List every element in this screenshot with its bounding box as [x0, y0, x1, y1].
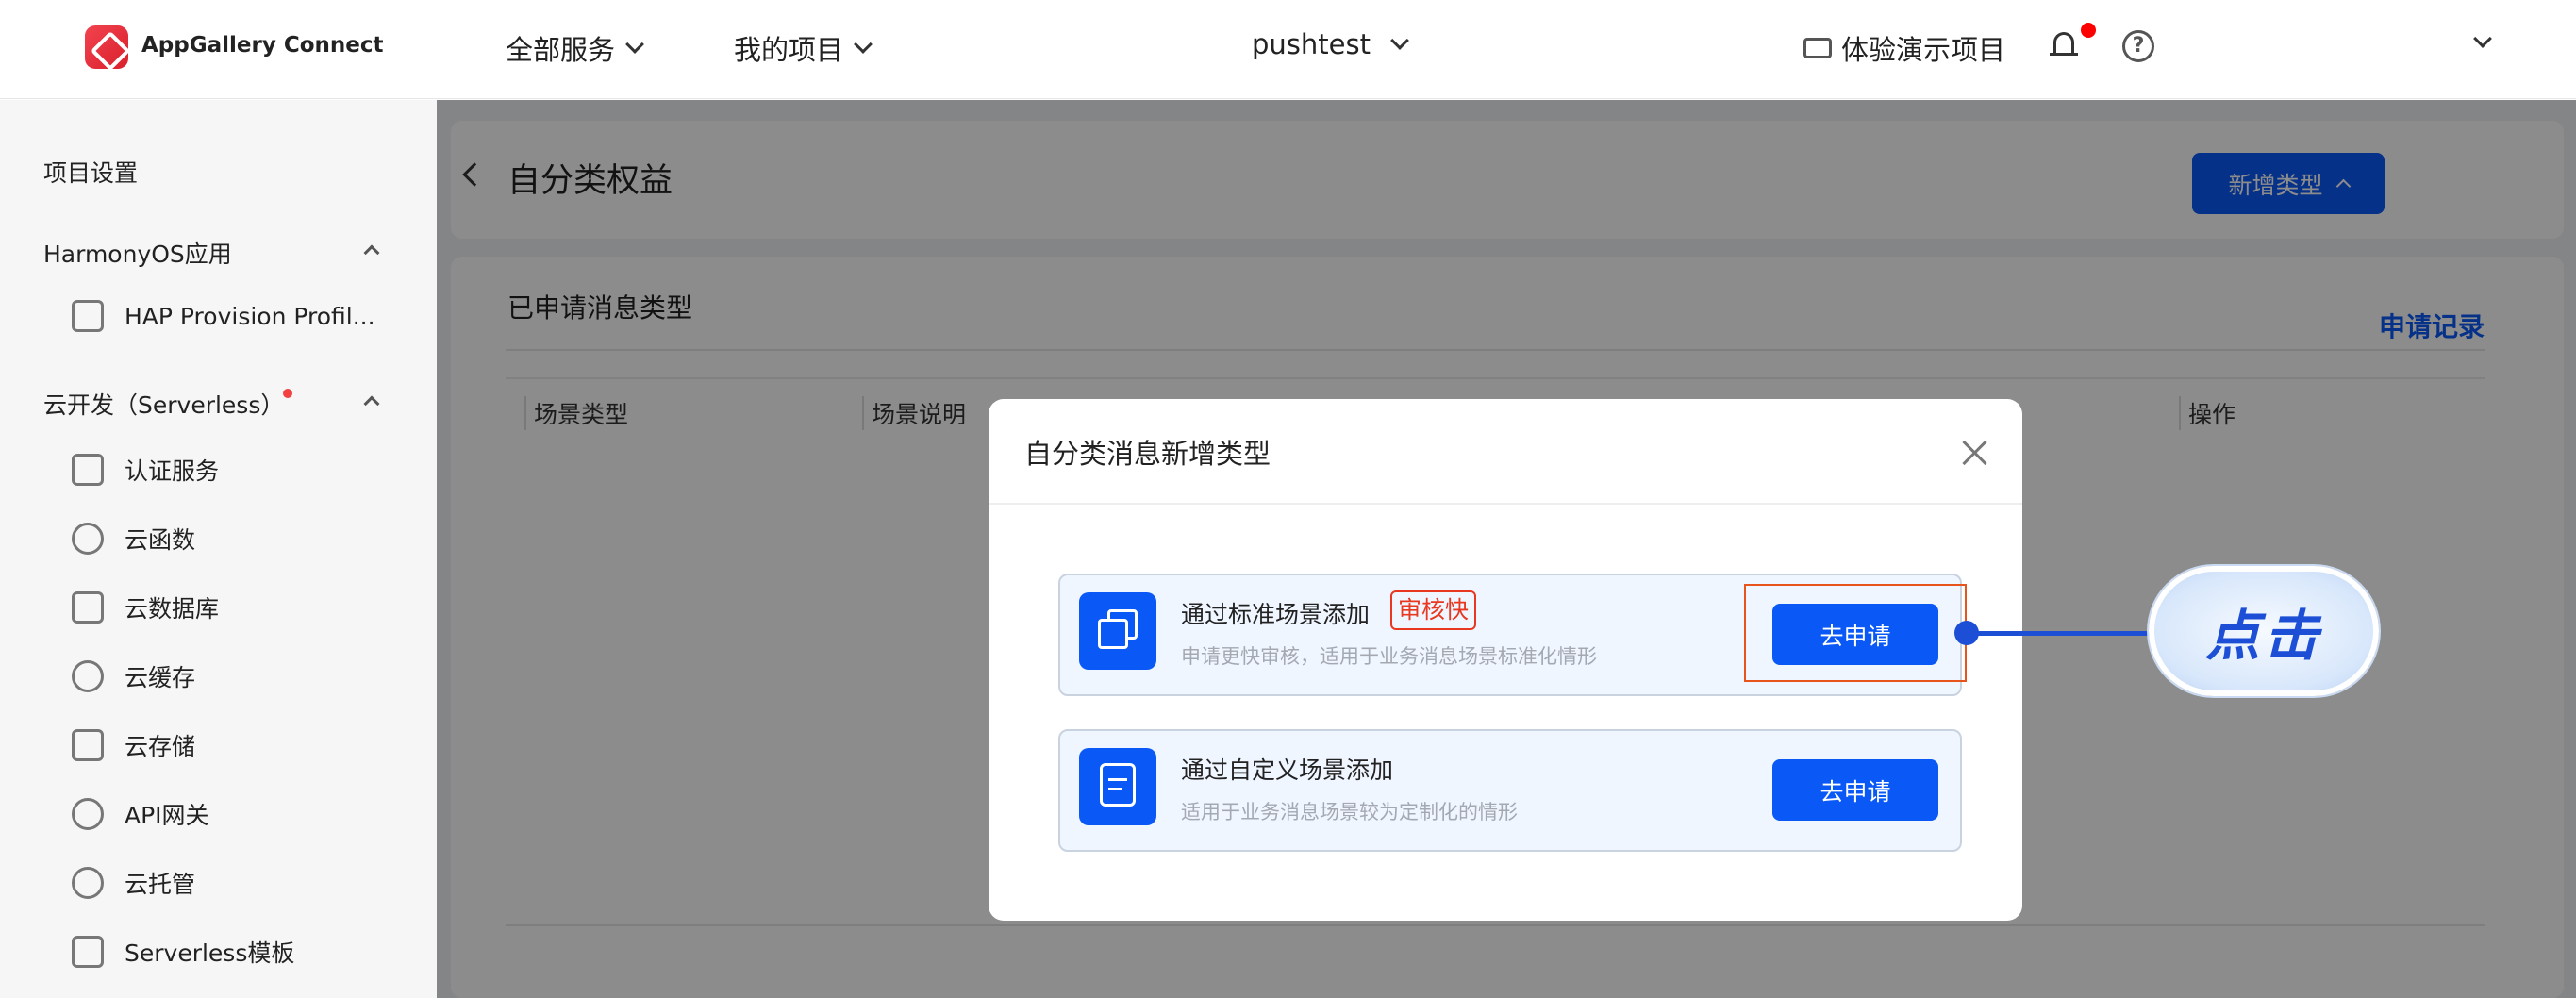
- option-name: 通过标准场景添加: [1181, 601, 1371, 628]
- nav-my-projects[interactable]: 我的项目: [734, 28, 873, 68]
- sidebar-item-auth[interactable]: 认证服务: [72, 453, 219, 487]
- appgallery-logo-icon[interactable]: [85, 25, 128, 69]
- sidebar-item-label: 云函数: [125, 526, 196, 554]
- sidebar-item-cloud-cache[interactable]: 云缓存: [72, 659, 195, 693]
- top-bar: AppGallery Connect 全部服务 我的项目 pushtest 体验…: [0, 0, 2576, 99]
- sidebar-item-cloud-db[interactable]: 云数据库: [72, 590, 219, 624]
- sidebar-item-label: 云数据库: [125, 595, 220, 623]
- brand-name[interactable]: AppGallery Connect: [141, 33, 384, 58]
- annotation-dot: [1954, 621, 1979, 645]
- cloud-cache-icon: [72, 660, 104, 692]
- highlight-box: [1744, 584, 1967, 682]
- sidebar-item-cloud-hosting[interactable]: 云托管: [72, 866, 195, 900]
- fast-review-badge: 审核快: [1390, 590, 1477, 630]
- apply-custom-button[interactable]: 去申请: [1772, 759, 1938, 821]
- sidebar-item-api-gateway[interactable]: API网关: [72, 797, 209, 831]
- chevron-up-icon[interactable]: [363, 395, 380, 412]
- sidebar-item-label: HAP Provision Profil...: [125, 302, 375, 330]
- demo-project-link[interactable]: 体验演示项目: [1803, 28, 2005, 68]
- template-icon: [72, 936, 104, 968]
- sidebar-project-settings[interactable]: 项目设置: [43, 155, 138, 189]
- option-name: 通过自定义场景添加: [1181, 757, 1394, 784]
- copy-layers-icon: [1079, 592, 1156, 670]
- sidebar-item-label: Serverless模板: [125, 940, 295, 967]
- help-icon[interactable]: ?: [2122, 30, 2154, 62]
- database-layers-icon: [72, 591, 104, 624]
- storage-icon: [72, 729, 104, 761]
- option-custom-scene: 通过自定义场景添加 适用于业务消息场景较为定制化的情形 去申请: [1058, 729, 1962, 852]
- chevron-down-icon: [625, 35, 644, 54]
- profile-icon: [72, 300, 104, 332]
- sidebar-item-label: 认证服务: [125, 457, 220, 485]
- edit-document-icon: [1079, 748, 1156, 825]
- api-gateway-icon: [72, 798, 104, 830]
- sidebar-item-serverless-template[interactable]: Serverless模板: [72, 935, 294, 969]
- annotation-connector: [1967, 631, 2152, 636]
- chevron-up-icon[interactable]: [363, 244, 380, 261]
- dialog-title: 自分类消息新增类型: [1024, 438, 1271, 470]
- click-hint-text: 点击: [2204, 604, 2322, 668]
- user-menu-chevron-icon[interactable]: [2473, 29, 2492, 48]
- sidebar: 项目设置 HarmonyOS应用 HAP Provision Profil...…: [0, 100, 437, 998]
- sidebar-item-label: API网关: [125, 802, 209, 829]
- sidebar-item-cloud-storage[interactable]: 云存储: [72, 728, 195, 762]
- sidebar-item-cloud-functions[interactable]: 云函数: [72, 522, 195, 556]
- notification-bell-icon[interactable]: [2050, 28, 2078, 60]
- close-icon[interactable]: [1960, 439, 1988, 467]
- shield-icon: [72, 454, 104, 486]
- sidebar-item-label: 云托管: [125, 871, 196, 898]
- option-description: 申请更快审核，适用于业务消息场景标准化情形: [1181, 645, 1597, 668]
- dialog-divider: [989, 503, 2022, 505]
- new-dot: [283, 389, 292, 398]
- sidebar-item-label: 云存储: [125, 733, 196, 760]
- sidebar-group-harmony[interactable]: HarmonyOS应用: [43, 236, 232, 270]
- project-name: pushtest: [1252, 28, 1371, 60]
- globe-icon: [72, 867, 104, 899]
- demo-glasses-icon: [1803, 38, 1832, 58]
- sidebar-item-hap-provision[interactable]: HAP Provision Profil...: [72, 300, 375, 332]
- chevron-down-icon: [854, 35, 873, 54]
- function-icon: [72, 523, 104, 555]
- sidebar-group-serverless[interactable]: 云开发（Serverless）: [43, 387, 284, 421]
- project-selector[interactable]: pushtest: [1252, 28, 1409, 60]
- demo-project-label: 体验演示项目: [1841, 34, 2006, 66]
- nav-all-services-label: 全部服务: [506, 34, 616, 66]
- sidebar-item-label: 云缓存: [125, 664, 196, 691]
- option-description: 适用于业务消息场景较为定制化的情形: [1181, 801, 1518, 823]
- notification-dot: [2081, 23, 2096, 38]
- click-hint-bubble: 点击: [2149, 566, 2379, 696]
- nav-all-services[interactable]: 全部服务: [506, 28, 644, 68]
- nav-my-projects-label: 我的项目: [734, 34, 844, 66]
- chevron-down-icon: [1390, 31, 1409, 50]
